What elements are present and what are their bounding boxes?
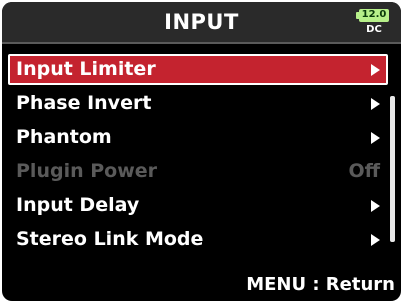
menu-item-input-delay[interactable]: Input Delay [8,190,388,221]
chevron-right-icon [371,64,380,76]
menu-item-input-limiter[interactable]: Input Limiter [8,54,388,85]
scrollbar-thumb[interactable] [390,96,395,242]
battery-voltage: 12.0 [361,9,387,20]
menu-item-label: Phase Invert [16,92,152,114]
chevron-right-icon [371,132,380,144]
footer-hint: MENU : Return [246,274,395,295]
menu-item-label: Plugin Power [16,160,158,182]
menu-item-label: Stereo Link Mode [16,228,204,250]
chevron-right-icon [371,234,380,246]
menu-item-label: Input Limiter [16,58,156,80]
menu-item-label: Input Delay [16,194,140,216]
chevron-right-icon [371,200,380,212]
header-bar: INPUT 12.0 DC [2,2,401,44]
power-source-label: DC [366,24,382,35]
device-screen: INPUT 12.0 DC Input Limiter Phase Invert… [2,2,401,301]
menu-item-stereo-link-mode[interactable]: Stereo Link Mode [8,224,388,255]
scrollbar[interactable] [390,54,396,254]
menu-item-value: Off [348,160,380,182]
page-title: INPUT [164,10,239,34]
menu-item-plugin-power: Plugin Power Off [8,156,388,187]
battery-icon: 12.0 DC [356,9,394,37]
menu-item-label: Phantom [16,126,112,148]
menu-item-phantom[interactable]: Phantom [8,122,388,153]
menu-item-phase-invert[interactable]: Phase Invert [8,88,388,119]
chevron-right-icon [371,98,380,110]
